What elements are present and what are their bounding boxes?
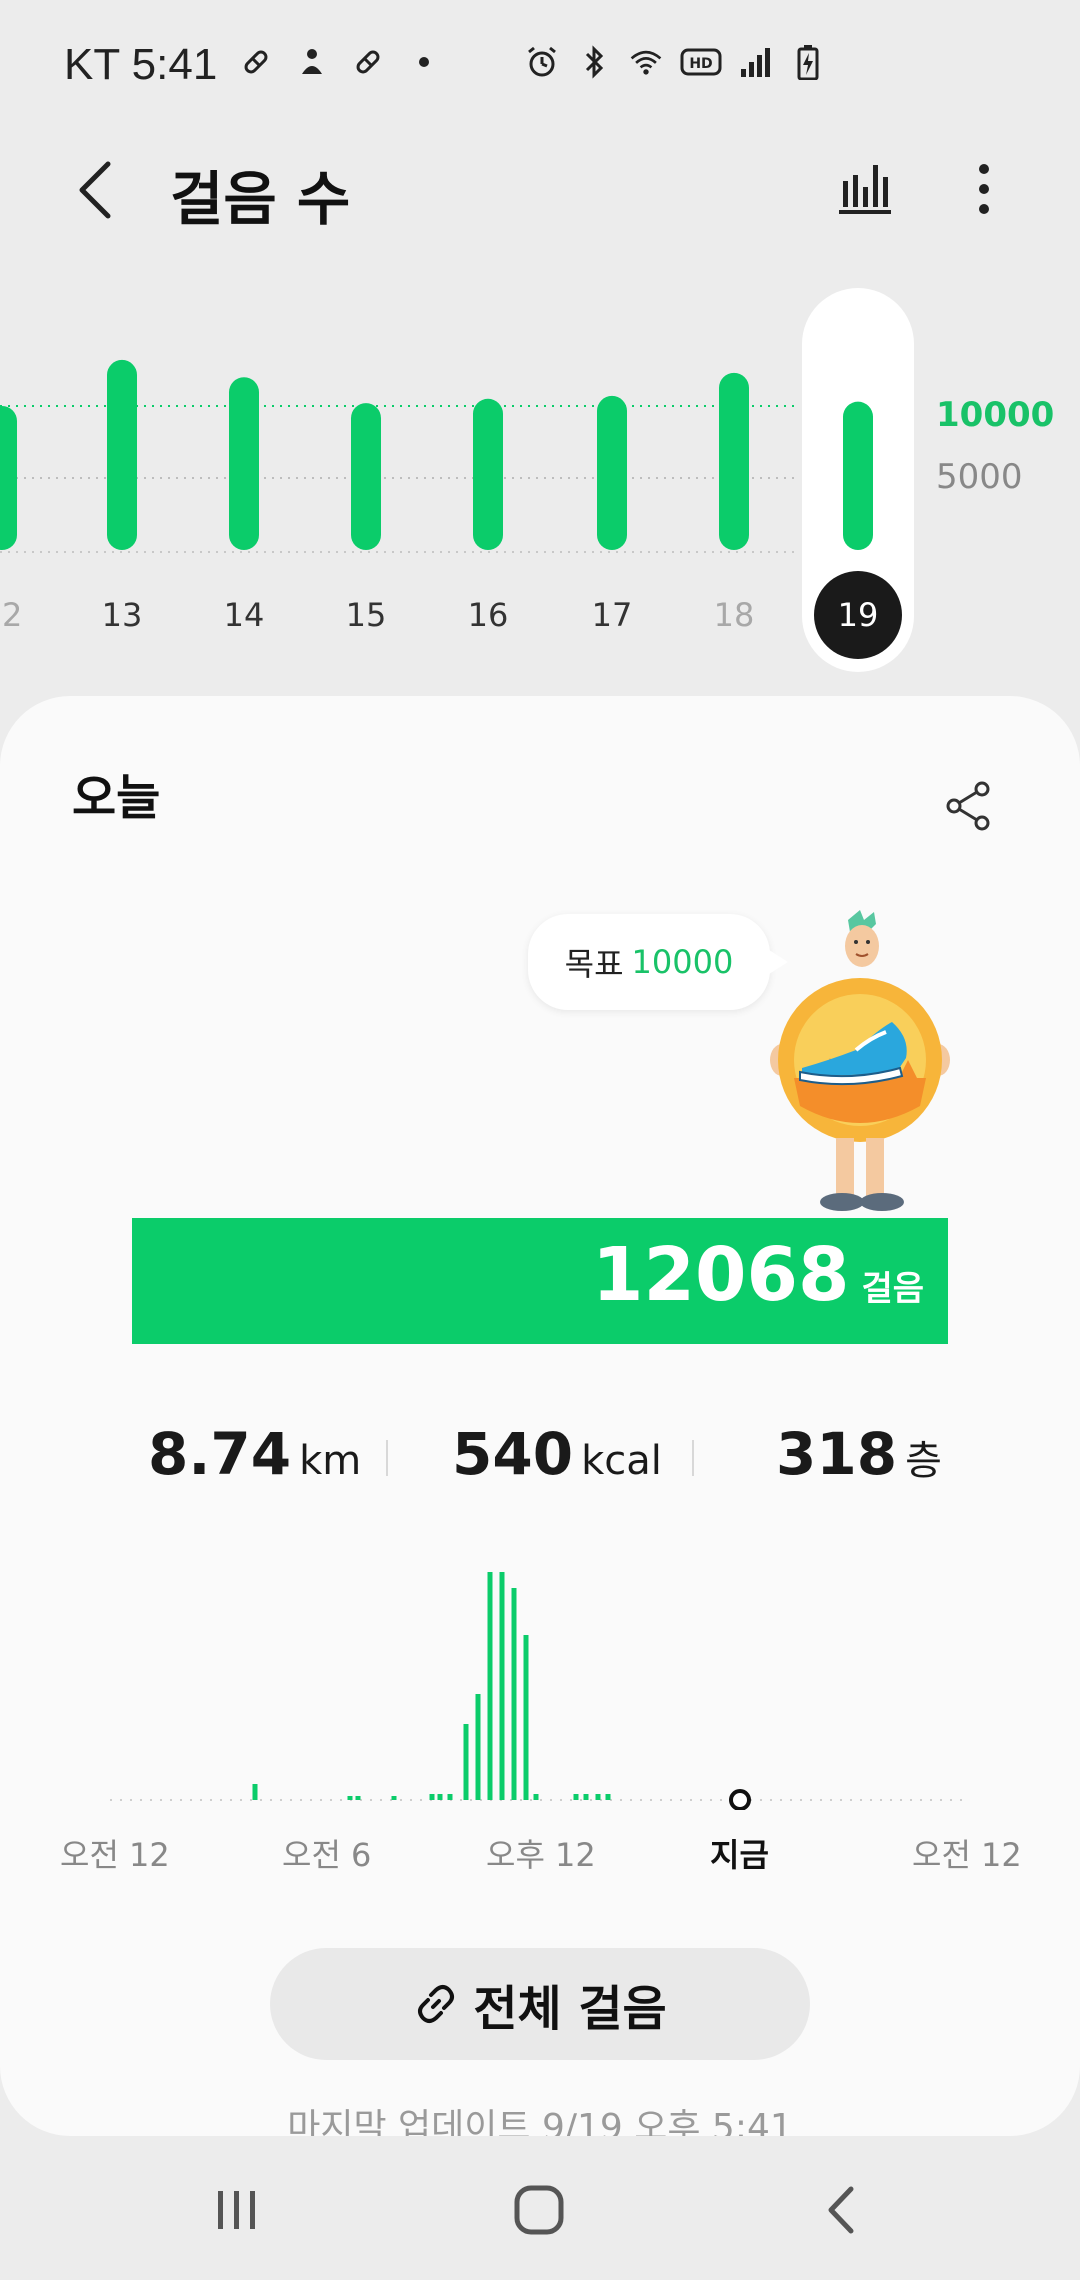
signal-icon [738, 44, 774, 80]
hour-label-midnight-end: 오전 12 [912, 1836, 1022, 1874]
share-icon [946, 781, 990, 831]
hourly-bar [347, 1796, 353, 1800]
stat-divider [386, 1440, 388, 1476]
hourly-bar [429, 1794, 435, 1800]
back-button[interactable] [64, 150, 128, 230]
page-title: 걸음 수 [170, 165, 351, 233]
bar-chart-icon [839, 165, 891, 214]
hourly-bar [437, 1794, 443, 1800]
status-bar-carrier-time: KT 5:41 [64, 40, 217, 90]
day-label-19[interactable]: 19 [838, 596, 879, 634]
today-steps-bar: 12068 걸음 [132, 1218, 948, 1344]
hourly-bar [523, 1635, 529, 1800]
distance-unit: km [299, 1438, 362, 1484]
day-bar-12[interactable] [0, 406, 17, 550]
today-label: 오늘 [72, 770, 161, 826]
recents-button[interactable] [192, 2170, 282, 2250]
hour-label-6am: 오전 6 [282, 1836, 372, 1874]
hourly-bar [595, 1794, 601, 1800]
day-bar-13[interactable] [107, 359, 137, 550]
last-update-text: 마지막 업데이트 9/19 오후 5:41 [287, 2107, 793, 2136]
floors-stat: 318 층 [776, 1420, 942, 1488]
steps-value: 12068 [591, 1232, 850, 1318]
floors-value: 318 [776, 1420, 898, 1488]
status-notification-icons [238, 44, 442, 80]
baby-icon [294, 44, 330, 80]
status-system-icons: HD [524, 44, 826, 80]
calories-unit: kcal [581, 1438, 662, 1484]
nav-back-button[interactable] [796, 2170, 886, 2250]
distance-stat: 8.74 km [148, 1420, 361, 1488]
hourly-bar [605, 1794, 611, 1800]
carrier-label: KT [64, 40, 120, 89]
floors-unit: 층 [905, 1438, 942, 1484]
today-steps-count: 12068 걸음 [592, 1232, 924, 1318]
hour-label-midnight: 오전 12 [60, 1836, 170, 1874]
day-bar-19[interactable] [843, 401, 873, 550]
day-bar-16[interactable] [473, 398, 503, 550]
hourly-bar [583, 1794, 589, 1800]
hourly-bar [573, 1794, 579, 1800]
day-label-17[interactable]: 17 [592, 596, 633, 634]
hourly-steps-chart[interactable] [60, 1560, 1020, 1810]
pill-icon [238, 44, 274, 80]
hourly-bar [499, 1572, 505, 1800]
share-button[interactable] [936, 774, 1000, 838]
hourly-bar [252, 1784, 258, 1800]
all-steps-label: 전체 걸음 [473, 1981, 667, 2037]
distance-value: 8.74 [148, 1420, 292, 1488]
svg-text:HD: HD [689, 56, 712, 72]
more-options-button[interactable] [956, 152, 1012, 226]
recents-icon [218, 2191, 255, 2229]
hourly-bar [355, 1796, 361, 1800]
day-bar-17[interactable] [597, 395, 627, 550]
battery-charging-icon [790, 44, 826, 80]
now-marker [729, 1789, 751, 1810]
day-label-14[interactable]: 14 [224, 596, 265, 634]
hourly-bar [533, 1794, 539, 1800]
mascot-illustration [770, 910, 950, 1211]
hour-label-now: 지금 [710, 1836, 769, 1874]
goal-axis-label: 10000 [936, 395, 1054, 435]
day-label-16[interactable]: 16 [468, 596, 509, 634]
clock-time: 5:41 [131, 40, 218, 89]
more-vert-icon [979, 164, 989, 214]
day-bar-14[interactable] [229, 377, 259, 550]
calories-value: 540 [452, 1420, 574, 1488]
home-icon [514, 2185, 564, 2235]
hour-label-noon: 오후 12 [486, 1836, 596, 1874]
goal-value: 10000 [631, 943, 734, 981]
bluetooth-icon [576, 44, 612, 80]
wifi-icon [628, 44, 664, 80]
hourly-bar [511, 1588, 517, 1800]
hourly-bar [463, 1724, 469, 1800]
day-label-15[interactable]: 15 [346, 596, 387, 634]
mid-axis-label: 5000 [936, 457, 1023, 497]
day-label-13[interactable]: 13 [102, 596, 143, 634]
link-icon [418, 1985, 455, 2023]
dot-icon [406, 44, 442, 80]
back-arrow-icon [79, 161, 111, 219]
hd-icon: HD [680, 44, 722, 80]
hourly-bar [475, 1694, 481, 1800]
pill-icon [350, 44, 386, 80]
chart-view-button[interactable] [830, 152, 900, 226]
goal-bubble: 목표 10000 [528, 914, 788, 1010]
stat-divider [692, 1440, 694, 1476]
hourly-bar [447, 1794, 453, 1800]
alarm-icon [524, 44, 560, 80]
day-label-12[interactable]: 12 [0, 596, 22, 634]
day-bar-18[interactable] [719, 372, 749, 550]
day-bar-15[interactable] [351, 403, 381, 550]
daily-steps-chart[interactable]: 12 13 14 15 16 17 18 19 10000 5000 [0, 280, 1080, 680]
steps-unit: 걸음 [861, 1269, 924, 1309]
goal-prefix: 목표 [564, 945, 624, 983]
day-label-18[interactable]: 18 [714, 596, 755, 634]
home-button[interactable] [494, 2170, 584, 2250]
nav-back-icon [828, 2186, 854, 2234]
calories-stat: 540 kcal [452, 1420, 662, 1488]
all-steps-button[interactable]: 전체 걸음 [270, 1948, 810, 2060]
hourly-bar [391, 1796, 397, 1800]
hourly-bar [487, 1572, 493, 1800]
